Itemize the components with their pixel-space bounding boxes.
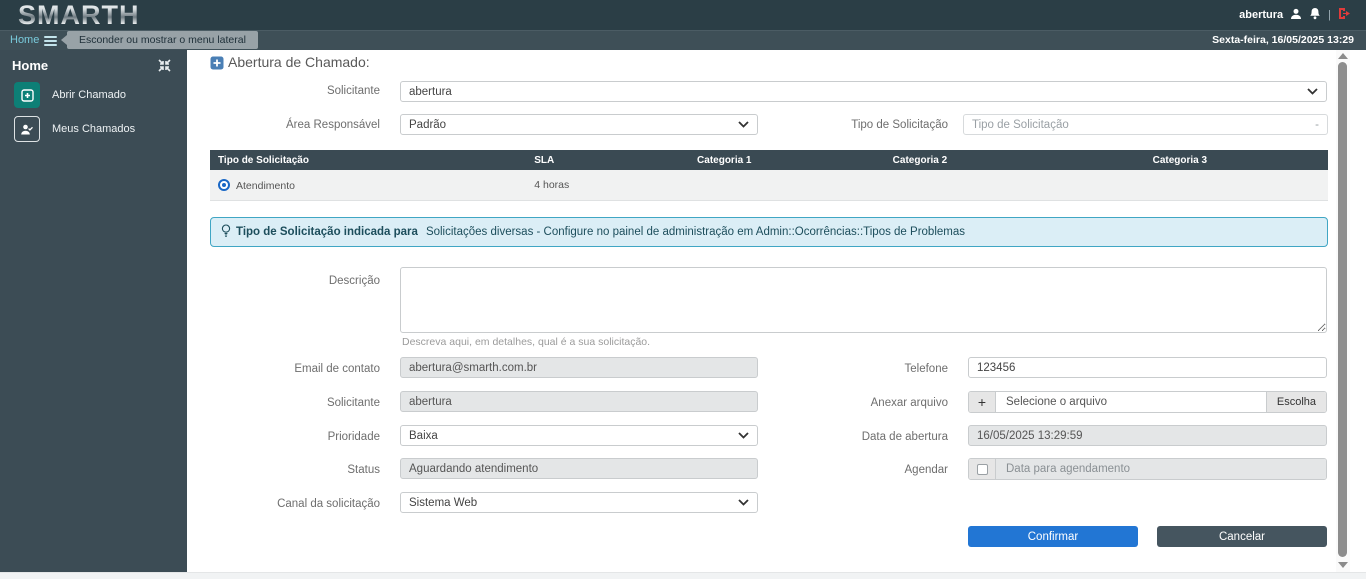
solicitante-select-value: abertura	[409, 86, 452, 98]
col-header-sla: SLA	[534, 155, 640, 166]
atendimento-radio[interactable]	[218, 179, 230, 191]
user-icon[interactable]	[1290, 8, 1302, 23]
canal-solicitacao-select[interactable]: Sistema Web	[400, 492, 758, 513]
area-responsavel-select[interactable]: Padrão	[400, 114, 758, 135]
agendar-date-field: Data para agendamento	[996, 459, 1326, 479]
area-responsavel-label: Área Responsável	[210, 119, 380, 131]
breadcrumb-home-link[interactable]: Home	[10, 34, 39, 46]
banner-text: Solicitações diversas - Configure no pai…	[426, 226, 965, 238]
prioridade-select[interactable]: Baixa	[400, 425, 758, 446]
sidebar-item-label: Abrir Chamado	[52, 89, 126, 101]
tipo-solicitacao-select[interactable]: Tipo de Solicitação -	[963, 114, 1328, 135]
table-row[interactable]: Atendimento 4 horas	[210, 170, 1328, 201]
canal-select-value: Sistema Web	[409, 497, 477, 509]
data-abertura-label: Data de abertura	[778, 431, 948, 443]
status-label: Status	[210, 464, 380, 476]
row-sla-value: 4 horas	[534, 179, 640, 191]
chevron-down-icon	[738, 497, 749, 509]
topbar-separator: |	[1328, 9, 1331, 21]
table-header-row: Tipo de Solicitação SLA Categoria 1 Cate…	[210, 150, 1328, 170]
tipo-select-placeholder: Tipo de Solicitação	[972, 119, 1069, 131]
sidebar-item-label: Meus Chamados	[52, 123, 135, 135]
scrollbar-up-arrow[interactable]	[1338, 53, 1348, 59]
descricao-label: Descrição	[210, 275, 380, 287]
solicitante-top-label: Solicitante	[210, 85, 380, 97]
sidebar-title: Home	[12, 58, 48, 73]
lightbulb-icon	[221, 224, 231, 241]
telefone-label: Telefone	[778, 363, 948, 375]
canal-solicitacao-label: Canal da solicitação	[210, 498, 380, 510]
app-logo: SMARTH	[18, 0, 140, 31]
email-contato-label: Email de contato	[210, 363, 380, 375]
data-abertura-input	[968, 425, 1327, 446]
info-banner: Tipo de Solicitação indicada para Solici…	[210, 217, 1328, 247]
prioridade-label: Prioridade	[210, 431, 380, 443]
hamburger-menu-icon[interactable]	[44, 36, 57, 48]
descricao-textarea[interactable]	[400, 267, 1327, 333]
area-select-value: Padrão	[409, 119, 446, 131]
file-select-field[interactable]: Selecione o arquivo	[996, 392, 1266, 412]
logout-icon[interactable]	[1338, 7, 1352, 23]
vertical-scrollbar-thumb[interactable]	[1338, 62, 1347, 557]
my-tickets-person-icon	[14, 116, 40, 142]
sidebar-item-abrir-chamado[interactable]: Abrir Chamado	[14, 82, 126, 108]
col-header-tipo: Tipo de Solicitação	[210, 155, 534, 166]
chevron-down-icon	[1307, 86, 1318, 98]
form-title-plus-icon	[210, 56, 224, 75]
current-datetime: Sexta-feira, 16/05/2025 13:29	[1212, 34, 1354, 46]
tipo-solicitacao-label: Tipo de Solicitação	[778, 119, 948, 131]
cancelar-button[interactable]: Cancelar	[1157, 526, 1327, 547]
confirmar-button[interactable]: Confirmar	[968, 526, 1138, 547]
topbar-user-area: abertura |	[1239, 0, 1352, 30]
email-contato-input	[400, 357, 758, 378]
agendar-label: Agendar	[778, 464, 948, 476]
sidebar: Home Abrir Chamado Meus Chamados	[0, 50, 187, 572]
solicitante-select[interactable]: abertura	[400, 81, 1327, 102]
page-title: Abertura de Chamado:	[228, 54, 370, 70]
descricao-help-text: Descreva aqui, em detalhes, qual é a sua…	[402, 336, 650, 348]
tipo-solicitacao-table: Tipo de Solicitação SLA Categoria 1 Cate…	[210, 150, 1328, 201]
notifications-bell-icon[interactable]	[1309, 7, 1321, 23]
chevron-down-icon	[738, 119, 749, 131]
chevron-down-icon	[738, 430, 749, 442]
agendar-checkbox-addon	[969, 459, 996, 479]
scrollbar-down-arrow[interactable]	[1338, 562, 1348, 568]
col-header-categoria1: Categoria 1	[640, 155, 808, 166]
agendar-checkbox[interactable]	[977, 464, 988, 475]
escolha-button[interactable]: Escolha	[1266, 392, 1326, 412]
select2-dash-icon: -	[1315, 119, 1319, 131]
row-tipo-value: Atendimento	[236, 180, 295, 192]
top-bar: SMARTH abertura |	[0, 0, 1366, 30]
username-label[interactable]: abertura	[1239, 9, 1283, 21]
solicitante-input	[400, 391, 758, 412]
agendar-group: Data para agendamento	[968, 458, 1327, 480]
anexar-arquivo-label: Anexar arquivo	[778, 397, 948, 409]
status-input	[400, 458, 758, 479]
horizontal-scrollbar-track[interactable]	[0, 572, 1366, 579]
open-ticket-plus-icon	[14, 82, 40, 108]
app-window: SMARTH abertura | Home Esconder ou mostr…	[0, 0, 1366, 579]
solicitante-label: Solicitante	[210, 397, 380, 409]
anexar-arquivo-group: + Selecione o arquivo Escolha	[968, 391, 1327, 413]
sidebar-item-meus-chamados[interactable]: Meus Chamados	[14, 116, 135, 142]
prioridade-select-value: Baixa	[409, 430, 438, 442]
col-header-categoria2: Categoria 2	[808, 155, 1032, 166]
banner-bold-text: Tipo de Solicitação indicada para	[236, 226, 418, 238]
sidebar-collapse-icon[interactable]	[158, 59, 171, 77]
telefone-input[interactable]	[968, 357, 1327, 378]
attach-plus-button[interactable]: +	[969, 392, 996, 412]
col-header-categoria3: Categoria 3	[1032, 155, 1328, 166]
sidebar-toggle-tooltip: Esconder ou mostrar o menu lateral	[67, 31, 258, 49]
